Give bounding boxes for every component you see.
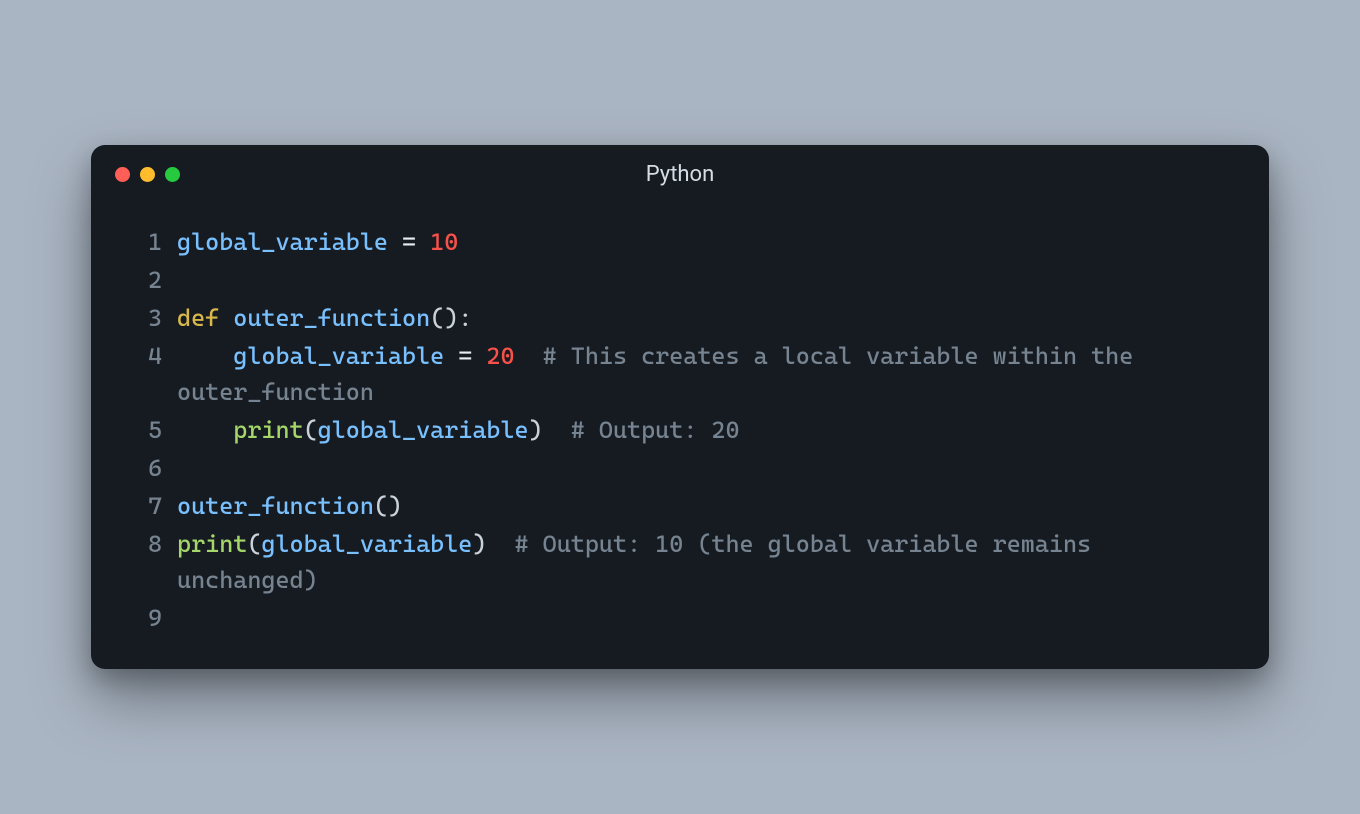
identifier: global_variable (261, 530, 472, 558)
operator: = (444, 342, 486, 370)
function-call: print (177, 530, 247, 558)
operator: = (388, 228, 430, 256)
paren: ( (247, 530, 261, 558)
space (486, 530, 514, 558)
titlebar: Python (91, 145, 1269, 203)
code-line: 8 print(global_variable) # Output: 10 (t… (133, 525, 1229, 599)
identifier: global_variable (177, 228, 388, 256)
code-src: global_variable = 10 (176, 223, 1229, 261)
function-call: outer_function (177, 492, 374, 520)
line-number: 3 (133, 299, 176, 337)
line-number: 1 (133, 223, 176, 261)
code-src: print(global_variable) # Output: 20 (176, 411, 1229, 449)
comment: # Output: 20 (571, 416, 740, 444)
code-src: def outer_function(): (176, 299, 1229, 337)
window-title: Python (91, 162, 1269, 187)
code-line: 2 (133, 261, 1229, 299)
code-src (176, 261, 1229, 299)
number: 20 (486, 342, 514, 370)
code-line: 1 global_variable = 10 (133, 223, 1229, 261)
paren: ) (388, 492, 402, 520)
identifier: global_variable (318, 416, 529, 444)
space (219, 304, 233, 332)
code-src: outer_function() (176, 487, 1229, 525)
paren: ) (529, 416, 543, 444)
line-number: 8 (133, 525, 176, 599)
space (515, 342, 543, 370)
code-table: 1 global_variable = 10 2 3 def outer_fun… (133, 223, 1229, 637)
paren: ( (374, 492, 388, 520)
code-line: 4 global_variable = 20 # This creates a … (133, 337, 1229, 411)
line-number: 7 (133, 487, 176, 525)
line-number: 5 (133, 411, 176, 449)
indent (177, 342, 233, 370)
stage: Python 1 global_variable = 10 2 3 def ou… (0, 0, 1360, 814)
line-number: 6 (133, 449, 176, 487)
code-src: print(global_variable) # Output: 10 (the… (176, 525, 1229, 599)
code-src (176, 449, 1229, 487)
identifier: global_variable (233, 342, 444, 370)
line-number: 2 (133, 261, 176, 299)
code-line: 5 print(global_variable) # Output: 20 (133, 411, 1229, 449)
paren: ( (304, 416, 318, 444)
paren: ) (472, 530, 486, 558)
code-line: 3 def outer_function(): (133, 299, 1229, 337)
close-icon[interactable] (115, 167, 130, 182)
code-src: global_variable = 20 # This creates a lo… (176, 337, 1229, 411)
code-src (176, 599, 1229, 637)
code-window: Python 1 global_variable = 10 2 3 def ou… (91, 145, 1269, 669)
space (543, 416, 571, 444)
code-line: 9 (133, 599, 1229, 637)
paren: ( (430, 304, 444, 332)
code-area: 1 global_variable = 10 2 3 def outer_fun… (91, 203, 1269, 637)
line-number: 4 (133, 337, 176, 411)
function-name: outer_function (233, 304, 430, 332)
minimize-icon[interactable] (140, 167, 155, 182)
line-number: 9 (133, 599, 176, 637)
indent (177, 416, 233, 444)
paren: ) (444, 304, 458, 332)
function-call: print (233, 416, 303, 444)
code-line: 6 (133, 449, 1229, 487)
number: 10 (430, 228, 458, 256)
code-line: 7 outer_function() (133, 487, 1229, 525)
keyword: def (177, 304, 219, 332)
colon: : (458, 304, 472, 332)
zoom-icon[interactable] (165, 167, 180, 182)
traffic-lights (91, 167, 180, 182)
